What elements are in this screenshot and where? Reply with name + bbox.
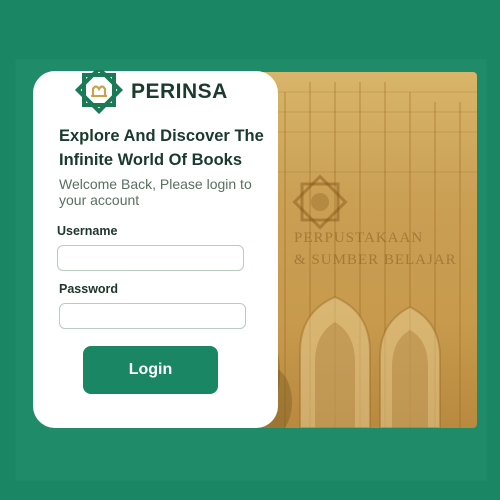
welcome-text: Welcome Back, Please login to your accou…: [59, 176, 252, 208]
username-label: Username: [57, 224, 118, 238]
password-label: Password: [59, 282, 119, 296]
building-sign-line-1: PERPUSTAKAAN: [294, 230, 424, 246]
perinsa-logo-icon: [74, 70, 123, 114]
brand-logo: [43, 70, 123, 114]
building-sign-line-2: & SUMBER BELAJAR: [294, 252, 457, 268]
facade-emblem-icon: [292, 174, 348, 230]
brand-name: PERINSA: [131, 80, 228, 103]
page-headline: Explore And Discover The Infinite World …: [59, 127, 264, 169]
username-input[interactable]: [57, 245, 244, 271]
password-input[interactable]: [59, 303, 246, 329]
login-button[interactable]: Login: [83, 346, 218, 394]
